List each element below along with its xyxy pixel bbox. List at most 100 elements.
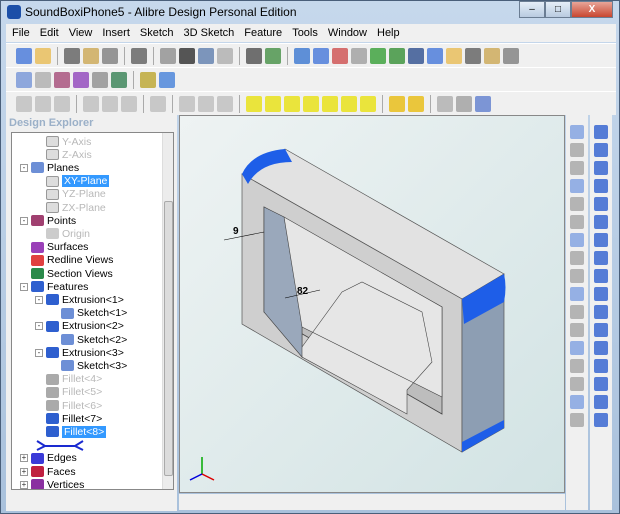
- toolbar-button-icon[interactable]: [446, 47, 462, 64]
- tool-button-icon[interactable]: [594, 305, 608, 319]
- toolbar-button-icon[interactable]: [351, 47, 367, 64]
- toolbar-button-icon[interactable]: [16, 47, 32, 64]
- tool-button-icon[interactable]: [594, 395, 608, 409]
- toolbar-button-icon[interactable]: [54, 95, 70, 112]
- tool-button-icon[interactable]: [570, 179, 584, 193]
- tree-item[interactable]: Sketch<2>: [61, 333, 127, 346]
- toolbar-button-icon[interactable]: [179, 95, 195, 112]
- tool-button-icon[interactable]: [570, 359, 584, 373]
- toolbar-button-icon[interactable]: [294, 47, 310, 64]
- tool-button-icon[interactable]: [594, 251, 608, 265]
- tool-button-icon[interactable]: [594, 377, 608, 391]
- dimension-label-2[interactable]: 82: [297, 286, 309, 297]
- tree-item[interactable]: Fillet<6>: [46, 399, 102, 412]
- toolbar-button-icon[interactable]: [217, 47, 233, 64]
- tool-button-icon[interactable]: [594, 233, 608, 247]
- toolbar-button-icon[interactable]: [140, 71, 156, 88]
- toolbar-button-icon[interactable]: [159, 71, 175, 88]
- tool-button-icon[interactable]: [570, 233, 584, 247]
- toolbar-button-icon[interactable]: [389, 95, 405, 112]
- tree-item[interactable]: Y-Axis: [46, 135, 91, 148]
- toolbar-button-icon[interactable]: [83, 95, 99, 112]
- tool-button-icon[interactable]: [594, 413, 608, 427]
- menu-edit[interactable]: Edit: [40, 27, 59, 39]
- tool-button-icon[interactable]: [570, 215, 584, 229]
- toolbar-button-icon[interactable]: [465, 47, 481, 64]
- toolbar-button-icon[interactable]: [73, 71, 89, 88]
- tree-item[interactable]: XY-Plane: [46, 175, 110, 188]
- toolbar-button-icon[interactable]: [246, 95, 262, 112]
- tool-button-icon[interactable]: [570, 377, 584, 391]
- toolbar-button-icon[interactable]: [332, 47, 348, 64]
- toolbar-button-icon[interactable]: [360, 95, 376, 112]
- menu-view[interactable]: View: [69, 27, 93, 39]
- tree-item[interactable]: - Extrusion<2>: [35, 320, 124, 333]
- tree-item[interactable]: [35, 439, 85, 452]
- tool-button-icon[interactable]: [570, 395, 584, 409]
- expand-icon[interactable]: +: [20, 454, 28, 463]
- tree-item[interactable]: + Faces: [20, 465, 76, 478]
- menu-window[interactable]: Window: [328, 27, 367, 39]
- collapse-icon[interactable]: -: [20, 282, 28, 291]
- toolbar-button-icon[interactable]: [217, 95, 233, 112]
- collapse-icon[interactable]: -: [35, 295, 43, 304]
- toolbar-button-icon[interactable]: [92, 71, 108, 88]
- tool-button-icon[interactable]: [594, 269, 608, 283]
- dimension-label-1[interactable]: 9: [233, 226, 239, 237]
- tree-item[interactable]: + Edges: [20, 452, 77, 465]
- tool-button-icon[interactable]: [594, 125, 608, 139]
- maximize-button[interactable]: □: [545, 1, 571, 18]
- 3d-viewport[interactable]: 9 82: [179, 115, 565, 493]
- menu-help[interactable]: Help: [377, 27, 400, 39]
- tool-button-icon[interactable]: [594, 323, 608, 337]
- toolbar-button-icon[interactable]: [341, 95, 357, 112]
- tool-button-icon[interactable]: [594, 179, 608, 193]
- tool-button-icon[interactable]: [570, 143, 584, 157]
- toolbar-button-icon[interactable]: [64, 47, 80, 64]
- tree-item[interactable]: - Features: [20, 280, 88, 293]
- toolbar-button-icon[interactable]: [303, 95, 319, 112]
- tool-button-icon[interactable]: [570, 197, 584, 211]
- tree-scrollbar[interactable]: [162, 133, 173, 489]
- tree-item[interactable]: YZ-Plane: [46, 188, 106, 201]
- menu-insert[interactable]: Insert: [102, 27, 130, 39]
- tool-button-icon[interactable]: [570, 251, 584, 265]
- tree-item[interactable]: Section Views: [31, 267, 113, 280]
- menu-3d-sketch[interactable]: 3D Sketch: [184, 27, 235, 39]
- toolbar-button-icon[interactable]: [131, 47, 147, 64]
- tool-button-icon[interactable]: [570, 269, 584, 283]
- tree-item[interactable]: Fillet<8>: [46, 425, 107, 438]
- toolbar-button-icon[interactable]: [246, 47, 262, 64]
- tool-button-icon[interactable]: [570, 305, 584, 319]
- toolbar-button-icon[interactable]: [484, 47, 500, 64]
- tool-button-icon[interactable]: [594, 197, 608, 211]
- toolbar-button-icon[interactable]: [179, 47, 195, 64]
- tree-item[interactable]: ZX-Plane: [46, 201, 106, 214]
- expand-icon[interactable]: +: [20, 480, 28, 489]
- toolbar-button-icon[interactable]: [160, 47, 176, 64]
- tool-button-icon[interactable]: [570, 125, 584, 139]
- collapse-icon[interactable]: -: [20, 216, 28, 225]
- tool-button-icon[interactable]: [594, 161, 608, 175]
- tool-button-icon[interactable]: [570, 413, 584, 427]
- toolbar-button-icon[interactable]: [389, 47, 405, 64]
- tree-item[interactable]: Fillet<7>: [46, 412, 102, 425]
- toolbar-button-icon[interactable]: [102, 47, 118, 64]
- tree-item[interactable]: - Points: [20, 214, 76, 227]
- toolbar-button-icon[interactable]: [427, 47, 443, 64]
- menu-feature[interactable]: Feature: [244, 27, 282, 39]
- tree-item[interactable]: - Planes: [20, 161, 79, 174]
- tree-item[interactable]: Fillet<4>: [46, 373, 102, 386]
- tool-button-icon[interactable]: [570, 161, 584, 175]
- toolbar-button-icon[interactable]: [265, 95, 281, 112]
- toolbar-button-icon[interactable]: [265, 47, 281, 64]
- toolbar-button-icon[interactable]: [54, 71, 70, 88]
- tree-item[interactable]: Fillet<5>: [46, 386, 102, 399]
- toolbar-button-icon[interactable]: [150, 95, 166, 112]
- toolbar-button-icon[interactable]: [322, 95, 338, 112]
- tree-item[interactable]: Sketch<1>: [61, 307, 127, 320]
- toolbar-button-icon[interactable]: [35, 95, 51, 112]
- menu-tools[interactable]: Tools: [292, 27, 318, 39]
- tree-item[interactable]: Redline Views: [31, 254, 113, 267]
- rollback-bar-icon[interactable]: [35, 439, 85, 451]
